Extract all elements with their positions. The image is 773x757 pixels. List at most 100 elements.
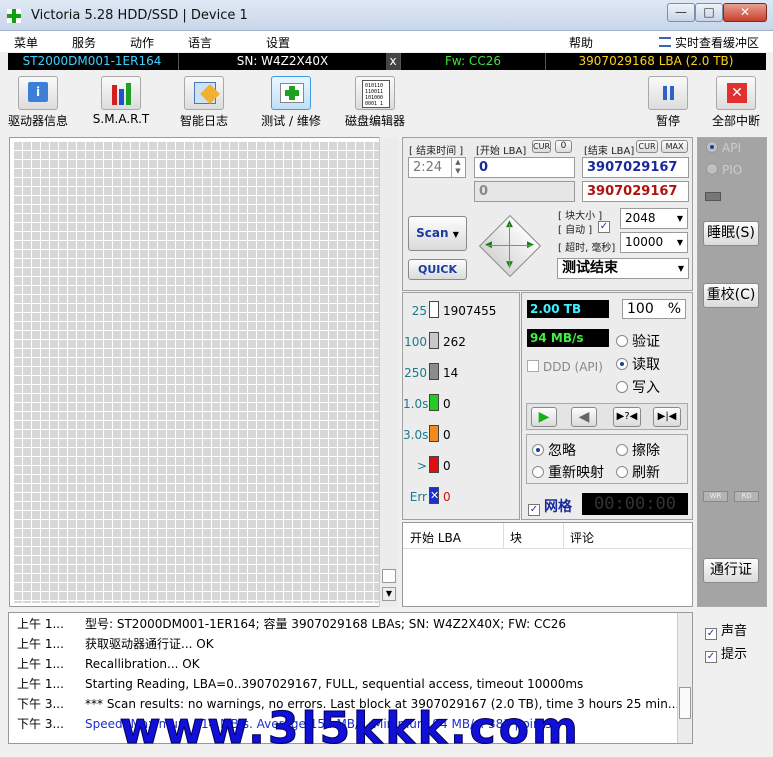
grid-scrollbar[interactable]: ▼ <box>379 137 398 607</box>
hex-editor-icon: 010110 110011 101000 0001 1 <box>355 76 395 110</box>
latency-color-swatch <box>429 456 439 473</box>
col-start-lba[interactable]: 开始 LBA <box>410 529 461 546</box>
end-time-spinner-icon[interactable]: ▲ ▼ <box>451 158 464 177</box>
timeout-label: [ 超时, 毫秒] <box>558 243 616 254</box>
col-block[interactable]: 块 <box>510 529 522 546</box>
test-status-select[interactable]: 测试结束 ▼ <box>557 258 689 279</box>
results-table: 开始 LBA 块 评论 <box>402 522 693 607</box>
pause-button[interactable]: 暂停 <box>645 76 691 129</box>
start-zero-button[interactable]: 0 <box>555 140 572 153</box>
direction-pad[interactable]: ▲ ▼ ◀ ▶ <box>477 213 543 279</box>
action-refresh[interactable]: 刷新 <box>616 462 660 482</box>
action-ignore[interactable]: 忽略 <box>532 440 576 460</box>
hints-toggle[interactable]: ✓ 提示 <box>705 643 747 663</box>
mode-write[interactable]: 写入 <box>616 377 660 397</box>
menu-item-language[interactable]: 语言 <box>188 34 212 51</box>
drive-info-label: 驱动器信息 <box>7 114 68 128</box>
block-size-select[interactable]: 2048 ▼ <box>620 208 688 229</box>
start-lba-field[interactable]: 0 <box>474 157 575 178</box>
menu-item-service[interactable]: 服务 <box>72 34 96 51</box>
menu-bar: 菜单 服务 动作 语言 设置 帮助 实时查看缓冲区 <box>0 31 773 52</box>
latency-label: 100 <box>404 335 427 349</box>
mode-verify[interactable]: 验证 <box>616 331 660 351</box>
minimize-button[interactable]: — <box>667 3 695 22</box>
latency-count: 0 <box>443 490 451 504</box>
maximize-button[interactable]: □ <box>695 3 723 22</box>
log-scrollbar[interactable] <box>677 613 692 743</box>
smart-button[interactable]: S.M.A.R.T <box>88 76 154 126</box>
api-option[interactable]: API <box>706 141 741 155</box>
watermark: www.3l5kkk.com <box>120 703 581 754</box>
log-time: 上午 1... <box>17 617 64 631</box>
menu-item-help[interactable]: 帮助 <box>569 34 593 51</box>
device-serial: SN: W4Z2X40X <box>178 53 386 70</box>
scroll-down-arrow-icon[interactable]: ▼ <box>382 587 396 601</box>
sound-toggle[interactable]: ✓ 声音 <box>705 620 747 640</box>
start-lba-label: [开始 LBA] <box>476 146 527 157</box>
action-remap[interactable]: 重新映射 <box>532 462 604 482</box>
timeout-select[interactable]: 10000 ▼ <box>620 232 688 253</box>
current-lba-field: 0 <box>474 181 575 202</box>
pio-option[interactable]: PIO <box>706 163 742 177</box>
scan-button[interactable]: Scan ▼ <box>408 216 467 251</box>
latency-color-swatch <box>429 394 439 411</box>
grid-timer: 00:00:00 <box>582 493 688 515</box>
log-time: 上午 1... <box>17 677 64 691</box>
scan-dropdown-icon: ▼ <box>452 230 459 239</box>
size-display: 2.00 TB <box>527 300 609 318</box>
latency-count: 262 <box>443 335 466 349</box>
wr-indicator: WR <box>703 491 728 502</box>
dropdown-arrow-icon: ▼ <box>676 238 683 247</box>
end-cur-button[interactable]: CUR <box>636 140 658 153</box>
latency-label: 250 <box>404 366 427 380</box>
menu-item-settings[interactable]: 设置 <box>266 34 290 51</box>
drive-info-button[interactable]: i 驱动器信息 <box>5 76 71 129</box>
percent-display: 100% <box>622 299 686 319</box>
recalibrate-button[interactable]: 重校(C) <box>703 283 759 308</box>
current-end-lba-field: 3907029167 <box>582 181 689 202</box>
log-scrollbar-thumb[interactable] <box>679 687 691 719</box>
side-panel <box>697 137 767 607</box>
grid-toggle[interactable]: ✓ 网格 <box>528 496 572 516</box>
disk-editor-button[interactable]: 010110 110011 101000 0001 1 磁盘编辑器 <box>342 76 408 129</box>
quick-button[interactable]: QUICK <box>408 259 467 280</box>
abort-all-button[interactable]: ✕ 全部中断 <box>708 76 764 129</box>
start-cur-button[interactable]: CUR <box>532 140 551 153</box>
info-icon: i <box>18 76 58 110</box>
smart-log-label: 智能日志 <box>179 114 228 128</box>
passport-button[interactable]: 通行证 <box>703 558 759 583</box>
device-close-x[interactable]: x <box>386 53 400 70</box>
skip-unknown-icon[interactable]: ▶?◀ <box>613 407 641 427</box>
mode-read[interactable]: 读取 <box>616 354 660 374</box>
menu-item-live-buffer[interactable]: 实时查看缓冲区 <box>675 34 759 51</box>
reverse-icon[interactable]: ◀ <box>571 407 597 427</box>
play-icon[interactable]: ▶ <box>531 407 557 427</box>
auto-checkbox[interactable]: ✓ <box>598 221 610 233</box>
test-repair-button[interactable]: 测试 / 维修 <box>254 76 328 129</box>
menu-item-menu[interactable]: 菜单 <box>14 34 38 51</box>
smart-log-button[interactable]: 智能日志 <box>171 76 237 129</box>
menu-item-action[interactable]: 动作 <box>130 34 154 51</box>
end-max-button[interactable]: MAX <box>661 140 688 153</box>
smart-bars-icon <box>101 76 141 110</box>
close-button[interactable]: ✕ <box>723 3 767 22</box>
latency-color-swatch <box>429 363 439 380</box>
app-cross-icon <box>7 9 21 23</box>
scan-block-grid <box>13 141 382 603</box>
sleep-button[interactable]: 睡眠(S) <box>703 221 759 246</box>
log-row: 上午 1... Recallibration... OK <box>9 655 679 675</box>
latency-label: > <box>416 459 427 473</box>
col-comment[interactable]: 评论 <box>570 529 594 546</box>
scrollbar-thumb[interactable] <box>382 569 396 583</box>
step-end-icon[interactable]: ▶|◀ <box>653 407 681 427</box>
log-time: 下午 3... <box>17 717 64 731</box>
end-lba-label: [结束 LBA] <box>584 146 635 157</box>
buffer-list-icon <box>659 37 671 47</box>
dropdown-arrow-icon: ▼ <box>677 264 684 273</box>
rd-indicator: RD <box>734 491 759 502</box>
ddd-api-option[interactable]: DDD (API) <box>527 360 603 374</box>
log-time: 上午 1... <box>17 657 64 671</box>
end-lba-field[interactable]: 3907029167 <box>582 157 689 178</box>
end-time-label: [ 结束时间 ] <box>409 146 464 157</box>
action-erase[interactable]: 擦除 <box>616 440 660 460</box>
